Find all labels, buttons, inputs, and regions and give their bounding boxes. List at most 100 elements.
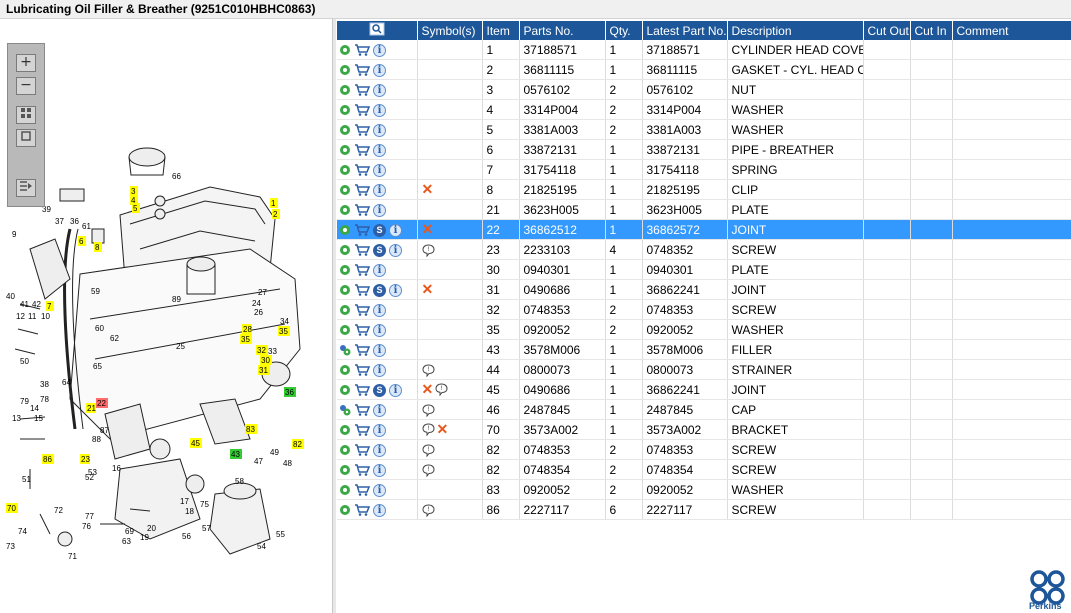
info-icon[interactable]: i (389, 243, 402, 257)
exploded-parts-diagram[interactable]: 1 2 345 678 212223 303135 352845 708283 … (0, 19, 332, 613)
info-icon[interactable]: i (373, 63, 386, 77)
table-row[interactable]: i 6 33872131 1 33872131 PIPE - BREATHER (337, 139, 1071, 160)
fit-view-button[interactable] (16, 106, 36, 124)
service-badge-icon[interactable]: S (373, 243, 386, 257)
info-icon[interactable]: i (373, 143, 386, 157)
gear-icon[interactable] (339, 224, 351, 236)
info-icon[interactable]: i (373, 503, 386, 517)
table-row[interactable]: i236811115136811115GASKET - CYL. HEAD CO… (337, 59, 1071, 80)
column-header-cut-in[interactable]: Cut In (910, 21, 953, 40)
info-icon[interactable]: i (373, 463, 386, 477)
cart-icon[interactable] (354, 304, 370, 316)
search-icon[interactable] (369, 22, 385, 36)
gear-icon[interactable] (339, 364, 351, 376)
table-row[interactable]: i 3 0576102 2 0576102 NUT (337, 79, 1071, 100)
table-row[interactable]: i! 82 0748353 2 0748353 SCREW (337, 439, 1071, 460)
cart-icon[interactable] (354, 484, 370, 496)
table-row[interactable]: i 21 3623H005 1 3623H005 PLATE (337, 199, 1071, 220)
table-row[interactable]: i! 86 2227117 6 2227117 SCREW (337, 499, 1071, 520)
gear-icon[interactable] (339, 44, 351, 56)
info-icon[interactable]: i (389, 223, 402, 237)
cart-icon[interactable] (354, 104, 370, 116)
gear-pair-icon[interactable] (339, 344, 351, 356)
info-icon[interactable]: i (373, 343, 386, 357)
diagram-pane[interactable]: 1 2 345 678 21 22 23 30 31 35 35 28 45 70 82 83 … (0, 19, 332, 613)
table-row[interactable]: i 30 0940301 1 0940301 PLATE (337, 259, 1071, 280)
column-header-parts-no[interactable]: Parts No. (519, 21, 606, 40)
table-row[interactable]: Si ✕ 22 36862512 1 36862572 JOINT (337, 219, 1071, 240)
info-icon[interactable]: i (373, 103, 386, 117)
table-row[interactable]: i 43 3578M006 1 3578M006 FILLER (337, 339, 1071, 360)
column-header-actions[interactable] (337, 21, 418, 40)
service-badge-icon[interactable]: S (373, 383, 386, 397)
table-row[interactable]: i! 44 0800073 1 0800073 STRAINER (337, 359, 1071, 380)
gear-icon[interactable] (339, 244, 351, 256)
table-row[interactable]: i 32 0748353 2 0748353 SCREW (337, 299, 1071, 320)
gear-icon[interactable] (339, 184, 351, 196)
column-header-symbols[interactable]: Symbol(s) (417, 21, 483, 40)
gear-icon[interactable] (339, 104, 351, 116)
column-header-description[interactable]: Description (727, 21, 864, 40)
info-icon[interactable]: i (373, 363, 386, 377)
table-row[interactable]: i 7 31754118 1 31754118 SPRING (337, 159, 1071, 180)
info-icon[interactable]: i (373, 423, 386, 437)
note-bubble-icon[interactable]: ! (421, 464, 435, 477)
note-bubble-icon[interactable]: ! (435, 383, 448, 396)
gear-icon[interactable] (339, 204, 351, 216)
table-row[interactable]: i 4 3314P004 2 3314P004 WASHER (337, 99, 1071, 120)
cart-icon[interactable] (354, 244, 370, 256)
info-icon[interactable]: i (373, 403, 386, 417)
service-badge-icon[interactable]: S (373, 283, 386, 297)
column-header-qty[interactable]: Qty. (605, 21, 643, 40)
export-button[interactable] (16, 179, 36, 197)
cart-icon[interactable] (354, 444, 370, 456)
cart-icon[interactable] (354, 64, 370, 76)
info-icon[interactable]: i (389, 283, 402, 297)
info-icon[interactable]: i (373, 83, 386, 97)
gear-pair-icon[interactable] (339, 404, 351, 416)
info-icon[interactable]: i (373, 163, 386, 177)
cart-icon[interactable] (354, 264, 370, 276)
cart-icon[interactable] (354, 364, 370, 376)
gear-icon[interactable] (339, 484, 351, 496)
table-row[interactable]: i! 82 0748354 2 0748354 SCREW (337, 459, 1071, 480)
cart-icon[interactable] (354, 144, 370, 156)
cart-icon[interactable] (354, 44, 370, 56)
cart-icon[interactable] (354, 84, 370, 96)
column-header-cut-out[interactable]: Cut Out (863, 21, 911, 40)
table-row[interactable]: i 83 0920052 2 0920052 WASHER (337, 479, 1071, 500)
actual-size-button[interactable] (16, 129, 36, 147)
gear-icon[interactable] (339, 144, 351, 156)
gear-icon[interactable] (339, 164, 351, 176)
table-row[interactable]: Si ✕ 31 0490686 1 36862241 JOINT (337, 279, 1071, 300)
pane-splitter[interactable] (332, 19, 336, 613)
gear-icon[interactable] (339, 424, 351, 436)
gear-icon[interactable] (339, 464, 351, 476)
note-bubble-icon[interactable]: ! (421, 504, 435, 517)
gear-icon[interactable] (339, 324, 351, 336)
cart-icon[interactable] (354, 344, 370, 356)
table-row[interactable]: i ✕ 8 21825195 1 21825195 CLIP (337, 179, 1071, 200)
note-bubble-icon[interactable]: ! (421, 444, 435, 457)
gear-icon[interactable] (339, 264, 351, 276)
cart-icon[interactable] (354, 204, 370, 216)
table-row[interactable]: Si ✕! 45 0490686 1 36862241 JOINT (337, 379, 1071, 400)
cart-icon[interactable] (354, 184, 370, 196)
column-header-latest-part-no[interactable]: Latest Part No. (642, 21, 728, 40)
info-icon[interactable]: i (373, 203, 386, 217)
info-icon[interactable]: i (373, 323, 386, 337)
gear-icon[interactable] (339, 84, 351, 96)
cart-icon[interactable] (354, 124, 370, 136)
note-bubble-icon[interactable]: ! (421, 423, 435, 436)
cart-icon[interactable] (354, 464, 370, 476)
table-row[interactable]: i! ✕ 70 3573A002 1 3573A002 BRACKET (337, 419, 1071, 440)
cart-icon[interactable] (354, 504, 370, 516)
gear-icon[interactable] (339, 384, 351, 396)
column-header-item[interactable]: Item (482, 21, 520, 40)
note-bubble-icon[interactable]: ! (421, 404, 435, 417)
note-bubble-icon[interactable]: ! (421, 244, 435, 257)
cart-icon[interactable] (354, 224, 370, 236)
service-badge-icon[interactable]: S (373, 223, 386, 237)
gear-icon[interactable] (339, 444, 351, 456)
info-icon[interactable]: i (373, 303, 386, 317)
